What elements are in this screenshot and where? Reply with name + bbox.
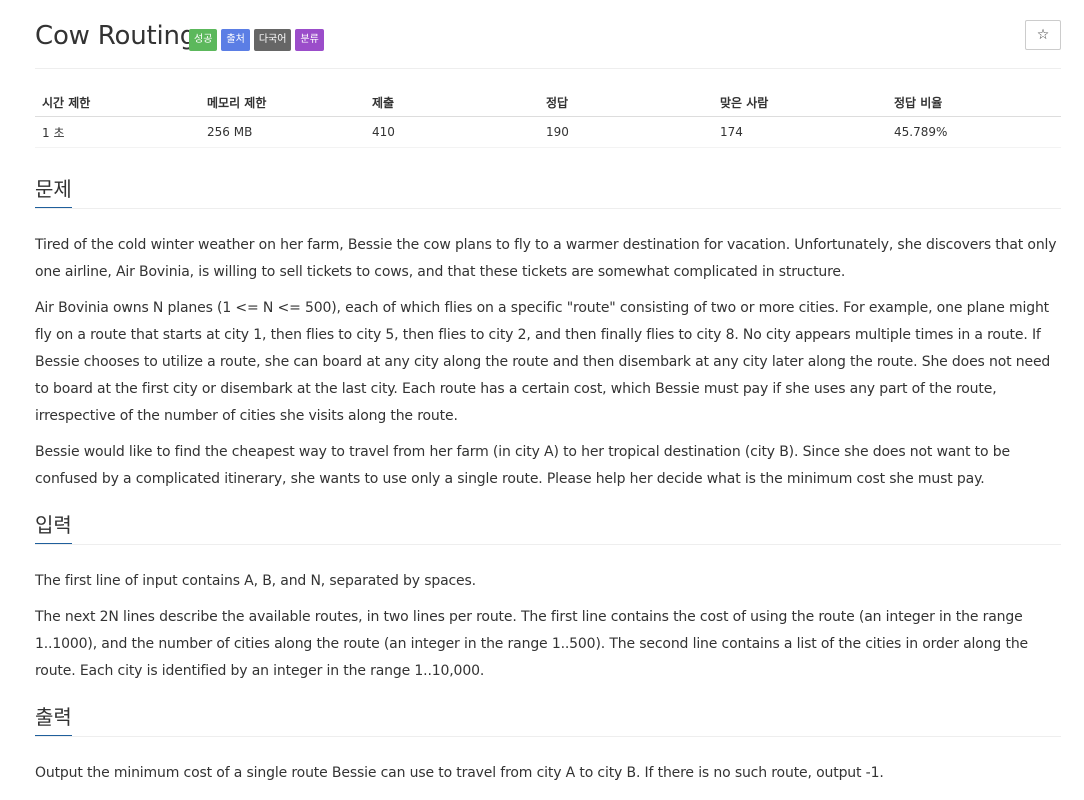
label-category[interactable]: 분류 (295, 29, 324, 51)
section-description-title: 문제 (35, 174, 72, 209)
problem-page: Cow Routing 성공 출처 다국어 분류 ☆ 시간 제한 메모리 제한 … (0, 0, 1084, 800)
input-paragraph-2: The next 2N lines describe the available… (35, 609, 1028, 679)
section-input-title: 입력 (35, 510, 72, 545)
problem-header: Cow Routing 성공 출처 다국어 분류 ☆ (35, 20, 1061, 60)
problem-labels: 성공 출처 다국어 분류 (189, 29, 324, 51)
input-paragraph-1: The first line of input contains A, B, a… (35, 573, 476, 589)
problem-title: Cow Routing (35, 21, 197, 51)
problem-info-table: 시간 제한 메모리 제한 제출 정답 맞은 사람 정답 비율 1 초 256 M… (35, 88, 1061, 148)
description-paragraph-1: Tired of the cold winter weather on her … (35, 237, 1057, 280)
info-header-row: 시간 제한 메모리 제한 제출 정답 맞은 사람 정답 비율 (35, 88, 1061, 117)
output-paragraph-1: Output the minimum cost of a single rout… (35, 765, 884, 781)
value-memory-limit: 256 MB (200, 116, 365, 148)
section-divider (35, 736, 1061, 737)
section-divider (35, 544, 1061, 545)
description-paragraph-2: Air Bovinia owns N planes (1 <= N <= 500… (35, 300, 1051, 424)
section-description: 문제 Tired of the cold winter weather on h… (35, 174, 1061, 493)
header-submissions: 제출 (365, 88, 539, 117)
value-accept-ratio: 45.789% (887, 116, 1061, 148)
header-memory-limit: 메모리 제한 (200, 88, 365, 117)
header-time-limit: 시간 제한 (35, 88, 200, 117)
value-time-limit: 1 초 (35, 116, 200, 148)
description-paragraph-3: Bessie would like to find the cheapest w… (35, 444, 1010, 487)
label-multilang[interactable]: 다국어 (253, 29, 292, 51)
header-accept-ratio: 정답 비율 (887, 88, 1061, 117)
label-success[interactable]: 성공 (189, 29, 218, 51)
value-accepted[interactable]: 190 (539, 116, 713, 148)
value-submissions[interactable]: 410 (365, 116, 539, 148)
value-solved-users[interactable]: 174 (713, 116, 887, 148)
section-output-title: 출력 (35, 702, 72, 737)
star-icon: ☆ (1036, 27, 1050, 43)
label-source[interactable]: 출처 (221, 29, 250, 51)
header-divider (35, 68, 1061, 69)
favorite-button[interactable]: ☆ (1025, 20, 1061, 50)
section-description-head: 문제 (35, 174, 1061, 210)
section-input-head: 입력 (35, 510, 1061, 546)
section-input: 입력 The first line of input contains A, B… (35, 510, 1061, 685)
header-solved-users: 맞은 사람 (713, 88, 887, 117)
header-accepted: 정답 (539, 88, 713, 117)
section-output: 출력 Output the minimum cost of a single r… (35, 702, 1061, 787)
section-divider (35, 208, 1061, 209)
section-output-head: 출력 (35, 702, 1061, 738)
info-value-row: 1 초 256 MB 410 190 174 45.789% (35, 116, 1061, 148)
